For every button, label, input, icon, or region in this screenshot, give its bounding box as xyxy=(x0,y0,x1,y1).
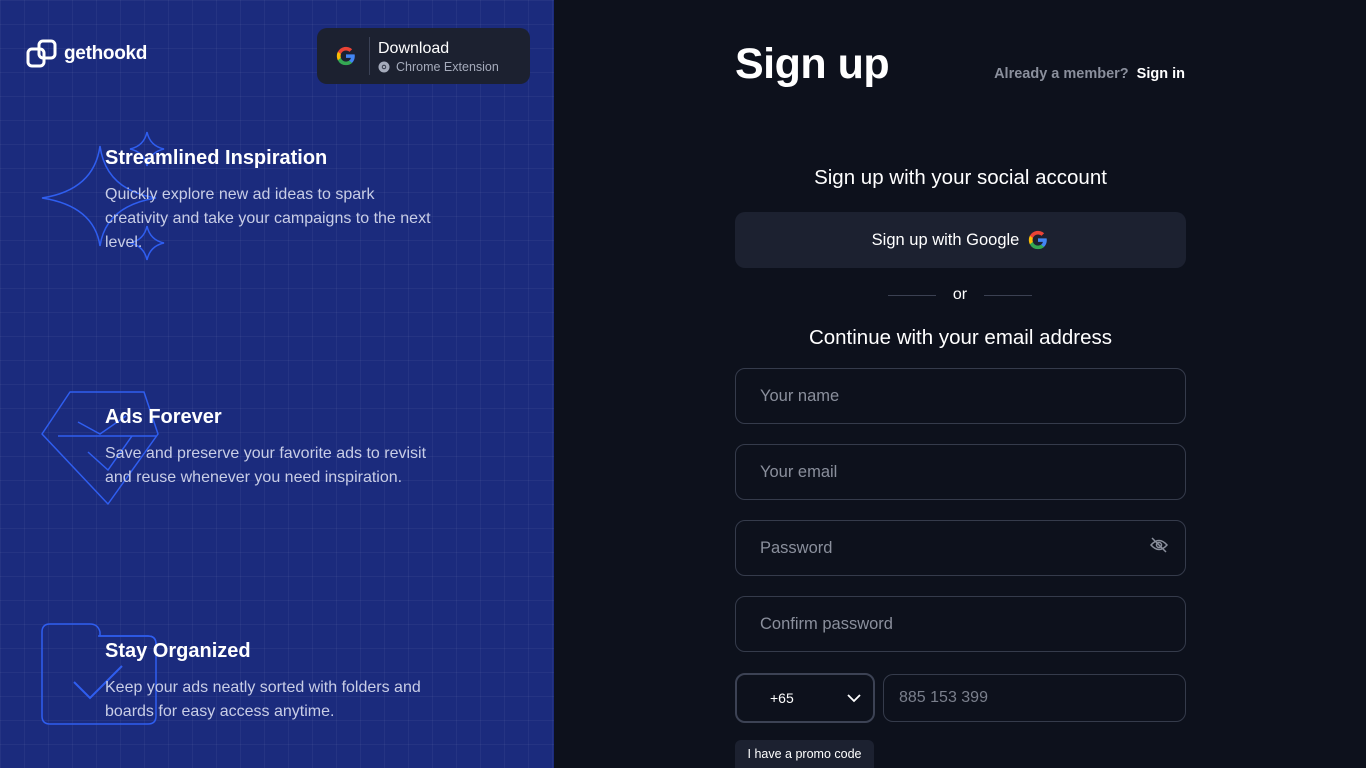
brand-logo[interactable]: gethookd xyxy=(26,39,147,69)
download-title: Download xyxy=(378,39,450,57)
feature-stay-organized: Stay Organized Keep your ads neatly sort… xyxy=(105,638,455,724)
feature-title: Stay Organized xyxy=(105,640,251,662)
chrome-icon xyxy=(378,61,390,72)
logo-icon xyxy=(26,39,57,68)
feature-description: Keep your ads neatly sorted with folders… xyxy=(105,679,421,720)
phone-input[interactable] xyxy=(884,675,1185,721)
feature-title: Ads Forever xyxy=(105,406,222,428)
google-g-icon xyxy=(1029,230,1048,250)
page-title: Sign up xyxy=(735,40,890,88)
confirm-password-field xyxy=(735,596,1186,652)
promo-code-button[interactable]: I have a promo code xyxy=(735,740,874,768)
google-signup-button[interactable]: Sign up with Google xyxy=(735,212,1186,268)
member-question: Already a member? xyxy=(994,66,1129,82)
or-divider: or xyxy=(888,286,1032,304)
social-heading: Sign up with your social account xyxy=(814,166,1107,189)
download-subtitle: Chrome Extension xyxy=(396,59,499,74)
name-field xyxy=(735,368,1186,424)
password-input[interactable] xyxy=(736,521,1185,575)
feature-description: Quickly explore new ad ideas to spark cr… xyxy=(105,186,431,251)
divider-line xyxy=(983,294,1032,296)
eye-off-icon[interactable] xyxy=(1149,536,1169,554)
country-code-select[interactable]: +65 xyxy=(735,673,875,723)
or-label: or xyxy=(952,286,968,303)
download-extension-button[interactable]: Download Chrome Extension xyxy=(317,28,530,84)
divider xyxy=(369,37,370,75)
feature-title: Streamlined Inspiration xyxy=(105,147,328,169)
feature-ads-forever: Ads Forever Save and preserve your favor… xyxy=(105,404,455,490)
signup-panel: Sign up Already a member? Sign in Sign u… xyxy=(554,0,1366,768)
password-field xyxy=(735,520,1186,576)
sign-in-prompt: Already a member? Sign in xyxy=(994,66,1185,82)
features-panel: gethookd Download Chrome Extension Strea… xyxy=(0,0,554,768)
brand-name: gethookd xyxy=(64,43,148,64)
confirm-password-input[interactable] xyxy=(736,597,1185,651)
email-field xyxy=(735,444,1186,500)
google-signup-label: Sign up with Google xyxy=(871,230,1020,249)
name-input[interactable] xyxy=(736,369,1185,423)
email-input[interactable] xyxy=(736,445,1185,499)
phone-field xyxy=(883,674,1186,722)
divider-line xyxy=(888,294,936,296)
feature-streamlined: Streamlined Inspiration Quickly explore … xyxy=(105,145,435,255)
feature-description: Save and preserve your favorite ads to r… xyxy=(105,445,427,486)
email-heading: Continue with your email address xyxy=(808,326,1113,349)
google-g-icon xyxy=(327,45,365,67)
sign-in-link[interactable]: Sign in xyxy=(1137,66,1185,82)
chevron-down-icon xyxy=(847,693,861,702)
country-code-value: +65 xyxy=(770,690,794,706)
